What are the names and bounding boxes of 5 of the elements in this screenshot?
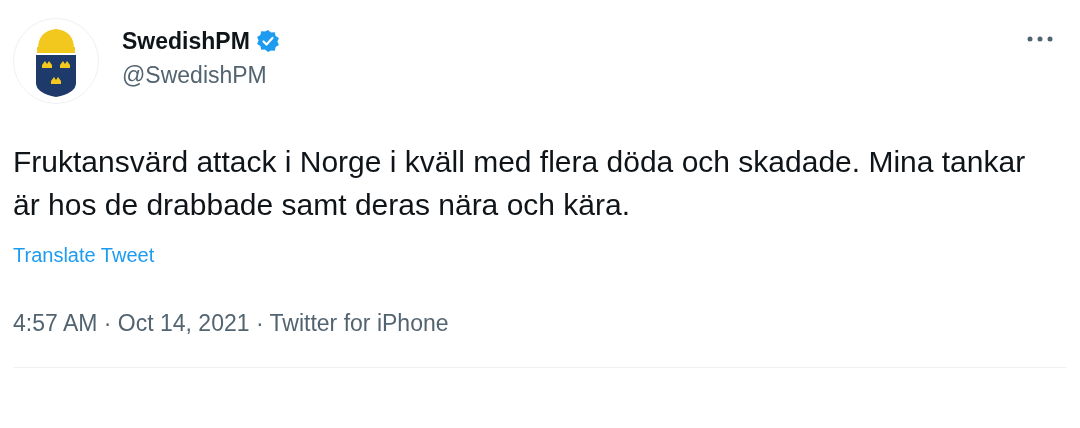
tweet-text: Fruktansvärd attack i Norge i kväll med flera döda och skadade. Mina tankar är hos de drabbade samt deras nära och kära. [13,144,1027,223]
author-handle[interactable]: @SwedishPM [122,60,280,90]
tweet-timestamp: 4:57 AM · Oct 14, 2021 · Twitter for iPhone [13,309,449,338]
author-name[interactable]: SwedishPM [122,26,250,56]
more-options-icon[interactable] [1027,36,1053,42]
